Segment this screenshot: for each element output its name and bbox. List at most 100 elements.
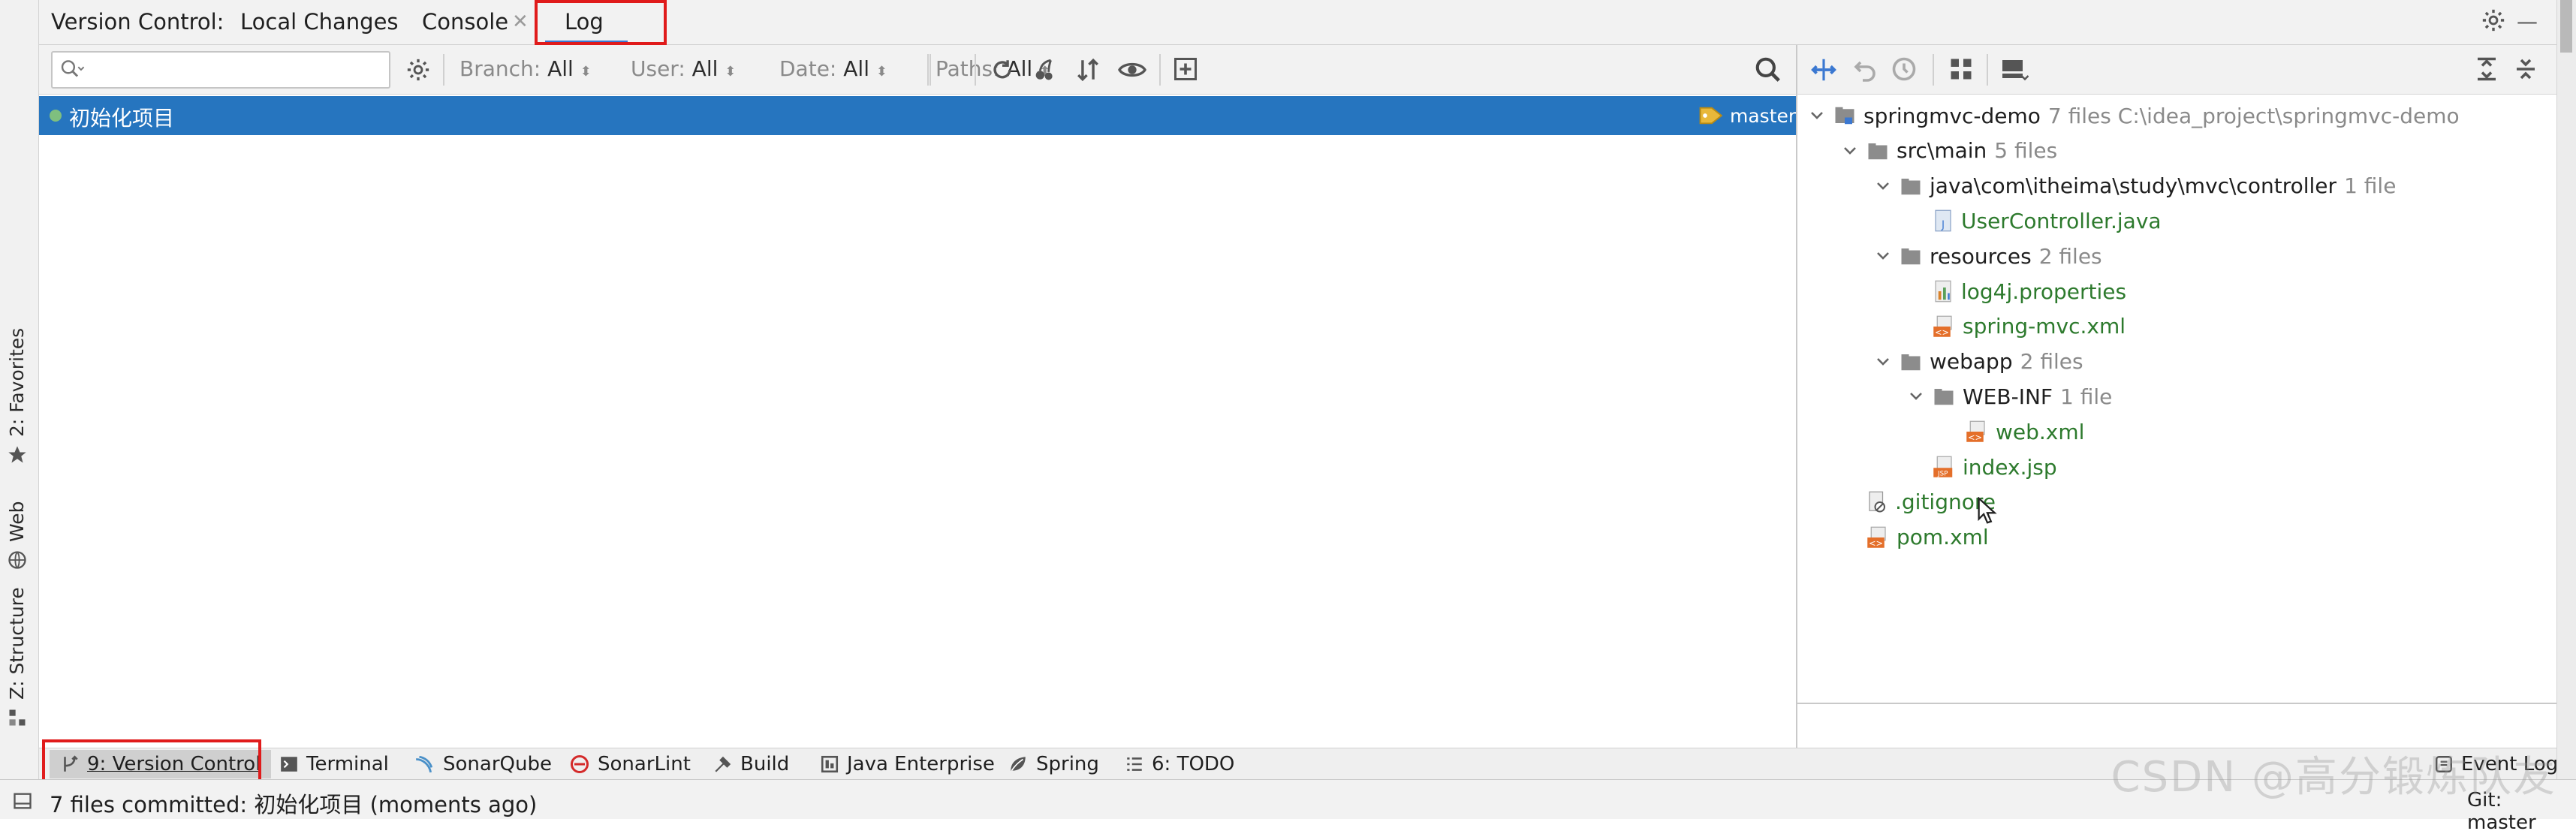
chevron-down-icon[interactable] [1874,177,1892,195]
tree-node[interactable]: springmvc-demo 7 files C:\idea_project\sp… [1808,101,2460,131]
tool-terminal[interactable]: Terminal [279,751,389,777]
tree-node-meta: 2 files [2038,243,2102,269]
favorites-label: 2: Favorites [6,327,28,437]
folder-file-icon [1933,386,1955,407]
java-enterprise-icon [820,754,839,774]
left-tool-stripe: 2: Favorites Web Z: Structure [0,0,39,779]
tree-node[interactable]: resources 2 files [1874,241,2102,271]
layout-icon[interactable] [1999,56,2029,83]
commit-message: 初始化项目 [69,106,175,131]
find-icon[interactable] [1754,56,1782,84]
tree-node[interactable]: log4j.properties [1907,276,2126,306]
user-filter-value: All [691,56,719,81]
tool-build-label: Build [740,753,790,775]
commit-row[interactable]: 初始化项目 master [39,96,1796,135]
tree-node-name: springmvc-demo [1863,103,2041,128]
user-filter-label: User: [631,56,685,81]
web-label: Web [6,501,28,542]
details-toolbar [1796,45,2556,95]
close-console-icon[interactable]: ✕ [512,11,529,33]
chevron-down-icon[interactable] [1874,353,1892,371]
toolbar-separator [1987,54,1988,86]
folder-file-icon [1900,245,1922,266]
branch-filter[interactable]: Branch: All ⬍ [459,56,592,81]
highlight-log-tab [535,0,667,45]
xml-file-icon: <> [1933,315,1955,338]
tree-node[interactable]: webapp 2 files [1874,347,2083,377]
cherry-pick-icon[interactable] [1032,57,1057,83]
tool-todo[interactable]: 6: TODO [1125,751,1234,777]
tool-java-enterprise[interactable]: Java Enterprise [820,751,995,777]
watermark-text: CSDN @高分锻炼队友 [2111,753,2556,802]
jsp-file-icon: JSP [1933,456,1955,478]
chevron-down-icon[interactable] [1907,387,1925,405]
tree-node[interactable]: src\main 5 files [1841,136,2057,166]
tree-node-name: web.xml [1996,419,2085,444]
settings-gear-icon[interactable] [405,57,431,83]
tool-spring[interactable]: Spring [1008,751,1099,777]
expand-all-icon[interactable] [2473,56,2500,83]
terminal-icon [279,754,299,774]
search-input[interactable] [51,51,390,89]
tree-node[interactable]: .gitignore [1841,487,1996,517]
globe-icon [7,549,28,571]
mouse-cursor-icon [1978,497,1997,524]
svg-text:<>: <> [1968,432,1982,442]
tab-console[interactable]: Console [422,9,508,35]
favorites-tool-button[interactable]: 2: Favorites [6,328,28,465]
toolbar-separator [1159,54,1161,86]
tree-node-meta: 1 file [2344,173,2397,199]
branch-tag-icon [1698,104,1725,128]
tree-node[interactable]: J UserController.java [1907,206,2162,236]
svg-text:J: J [1941,219,1945,231]
tree-node[interactable]: <> web.xml [1940,417,2084,447]
tool-window-header: Version Control: Local Changes Console ✕… [39,0,2556,45]
hide-panel-icon[interactable]: — [2517,9,2538,34]
history-icon[interactable] [1891,56,1918,83]
gear-icon[interactable] [2481,8,2506,33]
panel-toggle-icon[interactable] [12,790,33,811]
xml-file-icon: <> [1866,526,1889,549]
chevron-down-icon[interactable] [1808,107,1826,125]
refresh-icon[interactable] [990,57,1015,83]
tool-java-enterprise-label: Java Enterprise [847,753,995,775]
tree-node[interactable]: WEB-INF 1 file [1907,381,2112,411]
tool-terminal-label: Terminal [306,753,389,775]
sort-arrows-icon[interactable] [1075,57,1101,83]
tool-sonarlint-label: SonarLint [598,753,691,775]
show-diff-icon[interactable] [1809,56,1838,84]
changed-files-tree: springmvc-demo 7 files C:\idea_project\sp… [1796,95,2556,703]
branch-label: master [1730,105,1797,127]
structure-tool-button[interactable]: Z: Structure [6,587,28,728]
revert-icon[interactable] [1851,56,1879,83]
tool-sonarqube[interactable]: SonarQube [413,751,552,777]
sonarqube-icon [413,754,435,774]
tool-build[interactable]: Build [713,751,789,777]
tree-node-name: resources [1930,243,2032,269]
chevron-down-icon[interactable] [1841,142,1859,160]
date-filter[interactable]: Date: All ⬍ [779,56,887,81]
eye-icon[interactable] [1117,57,1147,83]
new-tab-icon[interactable] [1171,56,1200,83]
folder-file-icon [1900,176,1922,197]
tree-node[interactable]: <> spring-mvc.xml [1907,312,2126,342]
chevron-down-icon[interactable] [1874,247,1892,265]
tree-node[interactable]: java\com\itheima\study\mvc\controller 1 f… [1874,171,2396,201]
web-tool-button[interactable]: Web [6,501,28,571]
tree-node[interactable]: JSP index.jsp [1907,452,2057,482]
module-file-icon [1833,104,1856,127]
sonarlint-icon [569,754,590,775]
user-filter[interactable]: User: All ⬍ [631,56,736,81]
tool-sonarlint[interactable]: SonarLint [569,751,691,777]
structure-icon [7,707,28,728]
right-tool-stripe [2556,0,2576,779]
tab-local-changes[interactable]: Local Changes [240,9,399,35]
group-by-icon[interactable] [1948,56,1975,83]
right-stripe-handle[interactable] [2560,0,2572,53]
tree-node-name: java\com\itheima\study\mvc\controller [1930,173,2337,199]
toolbar-separator [975,54,976,86]
tree-node-name: UserController.java [1961,208,2162,233]
svg-text:<>: <> [1935,327,1949,337]
tree-node[interactable]: <> pom.xml [1841,522,1989,552]
collapse-all-icon[interactable] [2512,56,2539,83]
